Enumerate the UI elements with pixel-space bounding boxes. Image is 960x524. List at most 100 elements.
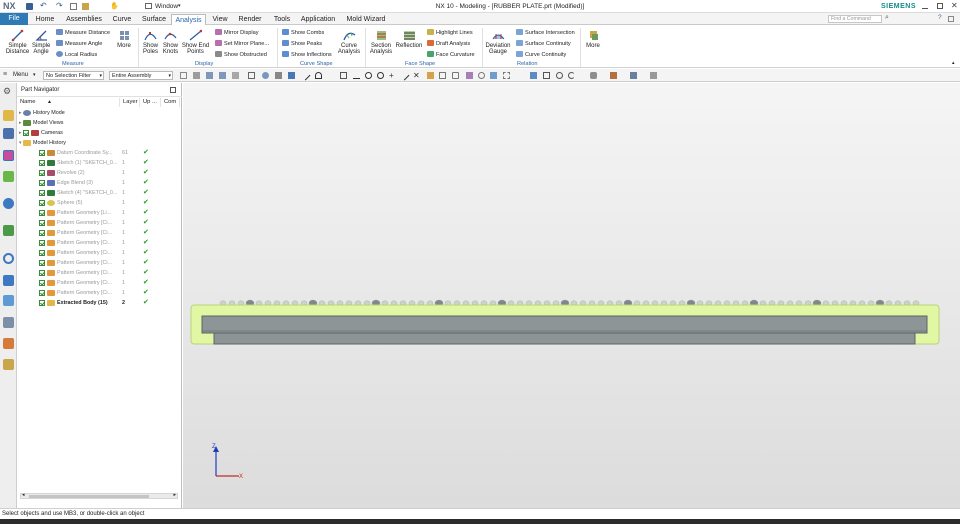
draft-analysis-button[interactable]: Draft Analysis <box>427 40 470 47</box>
simple-distance-button[interactable]: Simple Distance <box>4 29 31 55</box>
curve-analysis-button[interactable]: Curve Analysis <box>337 29 361 55</box>
restore-icon[interactable] <box>937 3 943 9</box>
navigator-row[interactable]: ▸ Model Views <box>17 118 180 128</box>
system-scenes-icon[interactable] <box>3 338 14 349</box>
fit-view-icon[interactable] <box>543 72 550 79</box>
horizontal-scrollbar[interactable]: ◂ ▸ <box>20 492 178 499</box>
tab-assemblies[interactable]: Assemblies <box>62 14 106 25</box>
render-style-icon[interactable] <box>590 72 597 79</box>
visibility-checkbox[interactable] <box>39 290 45 296</box>
touch-mode-icon[interactable]: ✋ <box>110 2 119 10</box>
navigator-row[interactable]: Pattern Geometry [Ci... 1 ✔ <box>17 258 180 268</box>
visibility-checkbox[interactable] <box>39 210 45 216</box>
snap-center-icon[interactable] <box>365 72 372 79</box>
show-peaks-button[interactable]: Show Peaks <box>282 40 322 47</box>
zoom-icon[interactable] <box>556 72 563 79</box>
navigator-row[interactable]: Pattern Geometry [Li... 1 ✔ <box>17 208 180 218</box>
snap-point-on-face-icon[interactable] <box>427 72 434 79</box>
window-menu-icon[interactable] <box>145 3 152 9</box>
surface-continuity-button[interactable]: Surface Continuity <box>516 40 571 47</box>
rubber-plate-lower-face[interactable] <box>213 332 916 345</box>
curve-continuity-button[interactable]: Curve Continuity <box>516 51 566 58</box>
select-body-icon[interactable] <box>206 72 213 79</box>
navigator-row[interactable]: Pattern Geometry [Ci... 1 ✔ <box>17 228 180 238</box>
face-curvature-button[interactable]: Face Curvature <box>427 51 475 58</box>
snap-quadrant-icon[interactable] <box>377 72 384 79</box>
selection-filter-dropdown[interactable]: No Selection Filter ▾ <box>43 71 104 80</box>
window-menu[interactable]: Window <box>155 0 178 13</box>
tab-home[interactable]: Home <box>30 14 60 25</box>
navigator-row[interactable]: Pattern Geometry [Ci... 1 ✔ <box>17 268 180 278</box>
constraint-navigator-icon[interactable] <box>3 128 14 139</box>
measure-distance-button[interactable]: Measure Distance <box>56 29 110 36</box>
snap-mid-point-icon[interactable] <box>353 72 360 79</box>
snap-tangent-icon[interactable] <box>439 72 446 79</box>
navigator-row[interactable]: Datum Coordinate Sy... 61 ✔ <box>17 148 180 158</box>
snap-bounded-icon[interactable] <box>452 72 459 79</box>
tab-mold-wizard[interactable]: Mold Wizard <box>343 14 389 25</box>
navigator-row[interactable]: Pattern Geometry [Ci... 1 ✔ <box>17 248 180 258</box>
copy-icon[interactable] <box>70 3 77 10</box>
navigator-row[interactable]: Pattern Geometry [Ci... 1 ✔ <box>17 278 180 288</box>
minimize-icon[interactable] <box>922 3 928 9</box>
show-end-points-button[interactable]: Show End Points <box>181 29 210 55</box>
system-materials-icon[interactable] <box>3 359 14 370</box>
select-all-icon[interactable] <box>180 72 187 79</box>
undo-icon[interactable]: ↶ <box>40 1 47 10</box>
tab-file[interactable]: File <box>0 13 28 25</box>
tab-tools[interactable]: Tools <box>268 14 296 25</box>
set-mirror-plane-button[interactable]: Set Mirror Plane... <box>215 40 269 47</box>
mirror-display-button[interactable]: Mirror Display <box>215 29 259 36</box>
navigator-row[interactable]: Pattern Geometry [Ci... 1 ✔ <box>17 238 180 248</box>
expand-toggle-icon[interactable]: ▸ <box>19 118 22 128</box>
select-solid-icon[interactable] <box>288 72 295 79</box>
relation-more-button[interactable]: More <box>583 29 603 49</box>
visibility-checkbox[interactable] <box>39 250 45 256</box>
maximize-panel-icon[interactable] <box>170 87 176 93</box>
search-icon[interactable]: ⌕ <box>885 14 889 22</box>
show-poles-button[interactable]: Show Poles <box>141 29 160 55</box>
close-icon[interactable]: ✕ <box>951 1 958 10</box>
visibility-checkbox[interactable] <box>23 130 29 136</box>
save-icon[interactable] <box>26 3 33 10</box>
scroll-right-icon[interactable]: ▸ <box>173 492 176 498</box>
navigator-row[interactable]: Edge Blend (3) 1 ✔ <box>17 178 180 188</box>
visibility-checkbox[interactable] <box>39 220 45 226</box>
tab-application[interactable]: Application <box>298 14 338 25</box>
show-inflections-button[interactable]: Show Inflections <box>282 51 332 58</box>
menu-button[interactable]: Menu <box>13 69 28 82</box>
manufacturing-wizards-icon[interactable] <box>3 295 14 306</box>
expand-toggle-icon[interactable]: ▸ <box>19 128 22 138</box>
select-face-icon[interactable] <box>219 72 226 79</box>
snap-existing-point-icon[interactable]: + <box>389 72 396 80</box>
visibility-checkbox[interactable] <box>39 280 45 286</box>
tab-curve[interactable]: Curve <box>108 14 136 25</box>
visibility-checkbox[interactable] <box>39 260 45 266</box>
select-point-icon[interactable] <box>275 72 282 79</box>
snap-surface-icon[interactable] <box>490 72 497 79</box>
navigator-row[interactable]: Pattern Geometry [Ci... 1 ✔ <box>17 218 180 228</box>
select-edge-icon[interactable] <box>232 72 239 79</box>
snap-intersection-icon[interactable]: ✕ <box>413 72 420 80</box>
tab-view[interactable]: View <box>208 14 232 25</box>
assembly-navigator-icon[interactable] <box>3 110 14 121</box>
rubber-plate-top-face[interactable] <box>201 315 928 334</box>
settings-gear-icon[interactable]: ⚙ <box>3 86 14 97</box>
part-navigator-icon[interactable] <box>3 150 14 161</box>
navigator-row[interactable]: Sketch (4) "SKETCH_0... 1 ✔ <box>17 188 180 198</box>
visibility-checkbox[interactable] <box>39 150 45 156</box>
select-sketch-icon[interactable] <box>262 72 269 79</box>
snap-grid-icon[interactable] <box>503 72 510 79</box>
background-icon[interactable] <box>630 72 637 79</box>
surface-intersection-button[interactable]: Surface Intersection <box>516 29 575 36</box>
navigator-row[interactable]: Revolve (2) 1 ✔ <box>17 168 180 178</box>
snap-on-curve-icon[interactable] <box>399 70 410 81</box>
deviation-gauge-button[interactable]: Deviation Gauge <box>485 29 511 55</box>
scroll-left-icon[interactable]: ◂ <box>22 492 25 498</box>
scrollbar-thumb[interactable] <box>29 495 149 498</box>
redo-icon[interactable]: ↷ <box>56 1 63 10</box>
navigator-row[interactable]: ▸ History Mode <box>17 108 180 118</box>
rotate-view-icon[interactable] <box>568 72 575 79</box>
assembly-scope-dropdown[interactable]: Entire Assembly ▾ <box>109 71 173 80</box>
visibility-checkbox[interactable] <box>39 170 45 176</box>
